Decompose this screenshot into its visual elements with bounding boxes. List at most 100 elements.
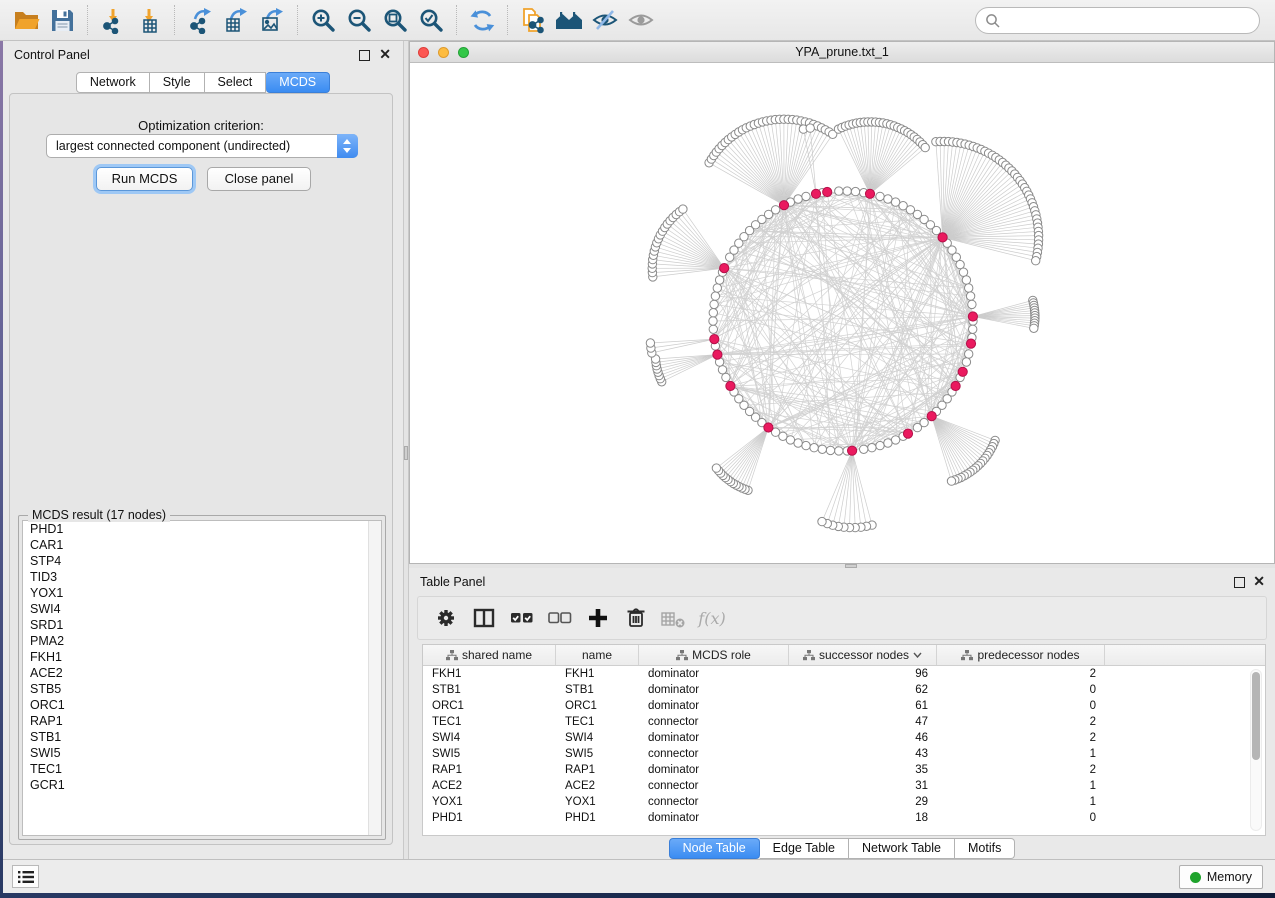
network-titlebar[interactable]: YPA_prune.txt_1 <box>410 42 1274 63</box>
column-header-successor-nodes[interactable]: successor nodes <box>789 645 937 665</box>
mcds-result-item[interactable]: GCR1 <box>23 777 381 793</box>
table-row[interactable]: ACE2ACE2connector311 <box>423 778 1265 794</box>
search-box[interactable] <box>975 7 1260 34</box>
mcds-result-list[interactable]: PHD1CAR1STP4TID3YOX1SWI4SRD1PMA2FKH1ACE2… <box>22 520 382 836</box>
table-scrollbar[interactable] <box>1250 669 1262 831</box>
table-panel-close-icon[interactable]: ✕ <box>1253 573 1265 589</box>
clone-network-icon[interactable] <box>518 6 548 34</box>
column-header-name[interactable]: name <box>556 645 639 665</box>
mcds-result-item[interactable]: PHD1 <box>23 521 381 537</box>
memory-button[interactable]: Memory <box>1179 865 1263 889</box>
column-header-shared-name[interactable]: shared name <box>423 645 556 665</box>
cell-mcds_role: dominator <box>639 682 789 698</box>
tab-motifs[interactable]: Motifs <box>955 838 1015 859</box>
node-table[interactable]: shared namenameMCDS rolesuccessor nodesp… <box>422 644 1266 836</box>
mcds-result-item[interactable]: SRD1 <box>23 617 381 633</box>
search-icon <box>985 13 1001 29</box>
cell-shared_name: SWI5 <box>423 746 556 762</box>
open-session-icon[interactable] <box>11 6 41 34</box>
mcds-result-item[interactable]: ORC1 <box>23 697 381 713</box>
table-row[interactable]: TEC1TEC1connector472 <box>423 714 1265 730</box>
export-table-icon[interactable] <box>221 6 251 34</box>
network-canvas[interactable] <box>410 63 1274 563</box>
cell-successor_nodes: 96 <box>789 666 937 682</box>
table-row[interactable]: PHD1PHD1dominator180 <box>423 810 1265 826</box>
mcds-result-item[interactable]: YOX1 <box>23 585 381 601</box>
table-settings-icon[interactable] <box>432 605 460 631</box>
table-row[interactable]: RAP1RAP1dominator352 <box>423 762 1265 778</box>
tab-style[interactable]: Style <box>150 72 205 93</box>
tab-network[interactable]: Network <box>76 72 150 93</box>
add-column-icon[interactable] <box>584 605 612 631</box>
refresh-icon[interactable] <box>467 6 497 34</box>
tab-select[interactable]: Select <box>205 72 267 93</box>
cell-shared_name: TEC1 <box>423 714 556 730</box>
criterion-dropdown[interactable]: largest connected component (undirected) <box>46 134 358 158</box>
tab-mcds[interactable]: MCDS <box>266 72 330 93</box>
hide-selected-icon[interactable] <box>590 6 620 34</box>
cell-shared_name: FKH1 <box>423 666 556 682</box>
memory-status-icon <box>1190 872 1201 883</box>
table-scrollbar-thumb[interactable] <box>1252 672 1260 760</box>
cell-successor_nodes: 62 <box>789 682 937 698</box>
cell-successor_nodes: 29 <box>789 794 937 810</box>
deselect-all-rows-icon[interactable] <box>546 605 574 631</box>
mcds-result-item[interactable]: PMA2 <box>23 633 381 649</box>
close-panel-button[interactable]: Close panel <box>207 167 311 191</box>
mcds-result-item[interactable]: STB1 <box>23 729 381 745</box>
control-panel-close-icon[interactable]: ✕ <box>379 46 391 62</box>
cell-name: YOX1 <box>556 794 639 810</box>
column-header-predecessor-nodes[interactable]: predecessor nodes <box>937 645 1105 665</box>
delete-column-icon[interactable] <box>622 605 650 631</box>
mcds-result-item[interactable]: RAP1 <box>23 713 381 729</box>
mcds-result-item[interactable]: CAR1 <box>23 537 381 553</box>
mcds-result-item[interactable]: STP4 <box>23 553 381 569</box>
mcds-list-scrollbar[interactable] <box>368 521 381 835</box>
table-row[interactable]: SWI4SWI4dominator462 <box>423 730 1265 746</box>
cell-name: FKH1 <box>556 666 639 682</box>
search-input[interactable] <box>1001 11 1259 31</box>
zoom-selected-icon[interactable] <box>416 6 446 34</box>
show-all-icon[interactable] <box>626 6 656 34</box>
list-icon <box>17 870 35 884</box>
network-graph[interactable] <box>410 63 1274 563</box>
mcds-result-item[interactable]: STB5 <box>23 681 381 697</box>
import-network-icon[interactable] <box>98 6 128 34</box>
control-panel-float-icon[interactable] <box>359 50 370 61</box>
panel-list-button[interactable] <box>12 865 39 888</box>
split-view-icon[interactable] <box>470 605 498 631</box>
column-header-MCDS-role[interactable]: MCDS role <box>639 645 789 665</box>
table-panel-float-icon[interactable] <box>1234 577 1245 588</box>
sort-desc-icon <box>913 652 922 658</box>
export-network-icon[interactable] <box>185 6 215 34</box>
select-all-rows-icon[interactable] <box>508 605 536 631</box>
mcds-result-item[interactable]: TEC1 <box>23 761 381 777</box>
table-row[interactable]: YOX1YOX1connector291 <box>423 794 1265 810</box>
zoom-in-icon[interactable] <box>308 6 338 34</box>
mcds-result-item[interactable]: SWI5 <box>23 745 381 761</box>
export-image-icon[interactable] <box>257 6 287 34</box>
cell-mcds_role: dominator <box>639 666 789 682</box>
table-row[interactable]: STB1STB1dominator620 <box>423 682 1265 698</box>
cell-predecessor_nodes: 2 <box>937 714 1105 730</box>
cell-name: ACE2 <box>556 778 639 794</box>
mcds-result-item[interactable]: TID3 <box>23 569 381 585</box>
save-session-icon[interactable] <box>47 6 77 34</box>
tab-network-table[interactable]: Network Table <box>849 838 955 859</box>
table-row[interactable]: ORC1ORC1dominator610 <box>423 698 1265 714</box>
mcds-result-item[interactable]: SWI4 <box>23 601 381 617</box>
cell-predecessor_nodes: 0 <box>937 810 1105 826</box>
table-row[interactable]: SWI5SWI5connector431 <box>423 746 1265 762</box>
zoom-fit-icon[interactable] <box>380 6 410 34</box>
first-neighbors-icon[interactable] <box>554 6 584 34</box>
mcds-result-item[interactable]: ACE2 <box>23 665 381 681</box>
tab-node-table[interactable]: Node Table <box>669 838 760 859</box>
mcds-result-item[interactable]: FKH1 <box>23 649 381 665</box>
zoom-out-icon[interactable] <box>344 6 374 34</box>
splitter-handle[interactable] <box>404 446 408 460</box>
import-table-icon[interactable] <box>134 6 164 34</box>
tab-edge-table[interactable]: Edge Table <box>760 838 849 859</box>
cell-mcds_role: dominator <box>639 810 789 826</box>
run-mcds-button[interactable]: Run MCDS <box>96 167 193 191</box>
table-row[interactable]: FKH1FKH1dominator962 <box>423 666 1265 682</box>
